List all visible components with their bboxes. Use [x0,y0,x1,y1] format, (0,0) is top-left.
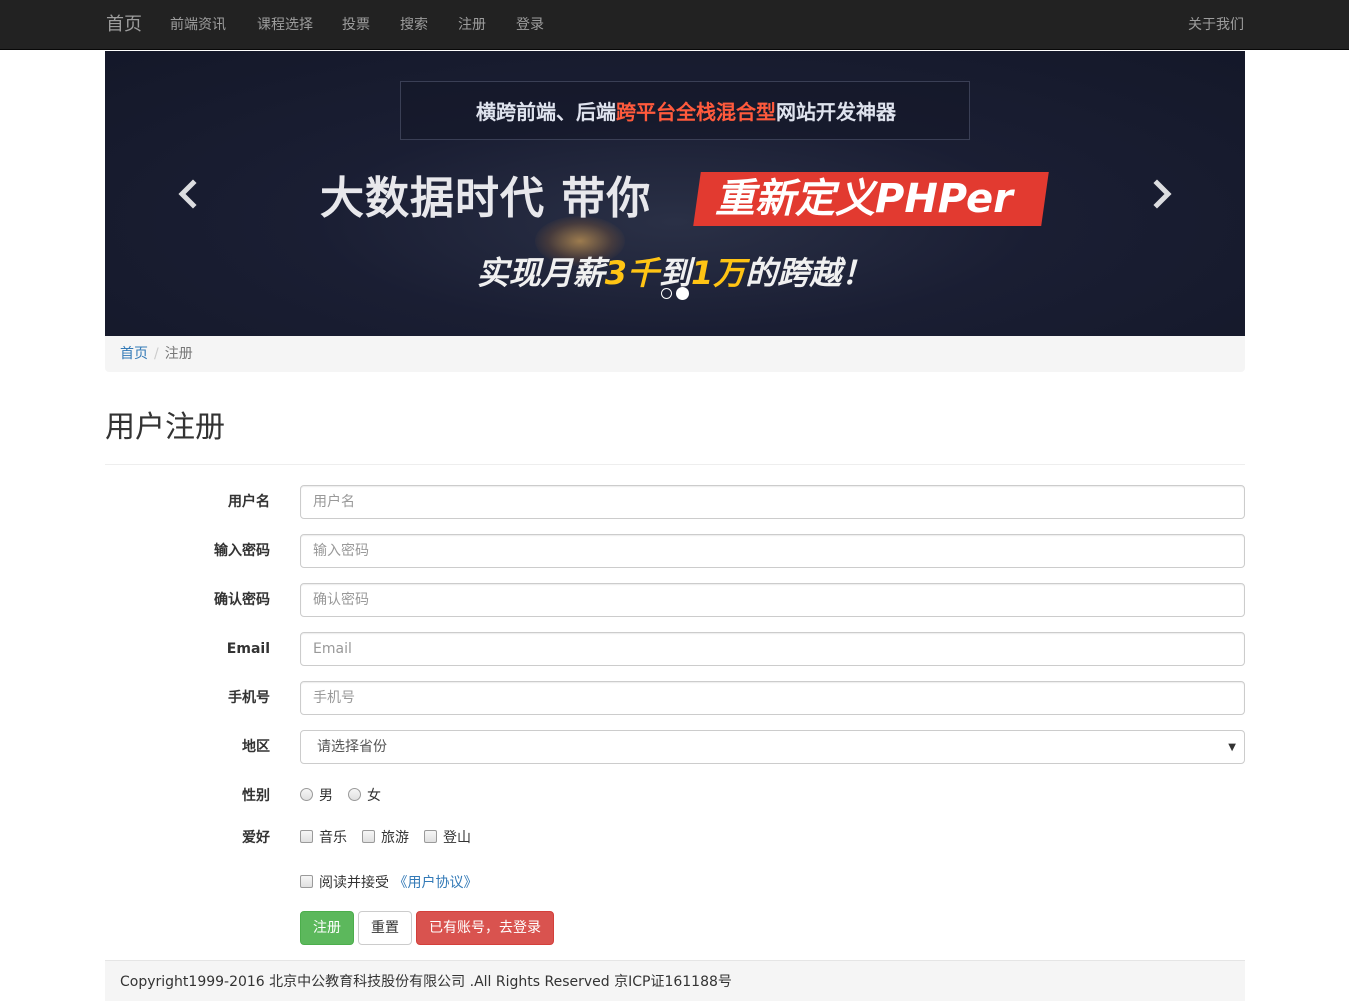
banner-sub-num-2: 1万 [691,254,746,292]
banner-tagline-highlight: 跨平台全栈混合型 [616,100,776,124]
chevron-right-icon [1153,179,1172,209]
page-title: 用户注册 [105,410,225,445]
confirm-password-label: 确认密码 [214,592,270,608]
hobby-option-travel[interactable]: 旅游 [362,828,409,848]
footer-copyright: Copyright1999-2016 北京中公教育科技股份有限公司 .All R… [120,974,732,990]
agree-terms[interactable]: 阅读并接受 《用户协议》 [300,873,477,893]
carousel-next-button[interactable] [1147,177,1177,211]
banner-sub-text-1: 实现月薪 [476,254,605,292]
hobby-option-label: 音乐 [319,830,347,846]
carousel-indicator-2[interactable] [676,287,689,300]
banner-tagline-suffix: 网站开发神器 [776,100,896,124]
password-input[interactable] [300,534,1245,568]
caret-down-icon: ▼ [1228,742,1236,753]
banner-sub-text-2: 到 [658,254,691,292]
go-login-button[interactable]: 已有账号，去登录 [416,911,554,945]
radio-icon[interactable] [300,788,313,801]
nav-link-news[interactable]: 前端资讯 [170,15,226,35]
hobby-option-label: 登山 [443,830,471,846]
nav-brand[interactable]: 首页 [106,13,142,37]
hobby-label: 爱好 [242,830,270,846]
banner-carousel: 横跨前端、后端跨平台全栈混合型网站开发神器 大数据时代 带你 重新定义PHPer… [105,51,1245,336]
gender-label: 性别 [242,788,270,804]
gender-option-female[interactable]: 女 [348,786,381,806]
carousel-prev-button[interactable] [173,177,203,211]
agree-text: 阅读并接受 [319,875,389,891]
email-input[interactable] [300,632,1245,666]
breadcrumb-separator: / [154,346,159,362]
footer: Copyright1999-2016 北京中公教育科技股份有限公司 .All R… [105,960,1245,1001]
confirm-password-input[interactable] [300,583,1245,617]
banner-tagline: 横跨前端、后端跨平台全栈混合型网站开发神器 [401,99,971,125]
banner-sub-text-3: 的跨越！ [745,254,874,292]
region-label: 地区 [242,739,270,755]
phone-label: 手机号 [228,690,270,706]
radio-icon[interactable] [348,788,361,801]
nav-link-search[interactable]: 搜索 [400,15,428,35]
breadcrumb: 首页 / 注册 [105,336,1245,372]
chevron-left-icon [178,179,197,209]
register-button[interactable]: 注册 [300,911,354,945]
checkbox-icon[interactable] [424,830,437,843]
password-label: 输入密码 [214,543,270,559]
username-input[interactable] [300,485,1245,519]
reset-button[interactable]: 重置 [358,911,412,945]
gender-option-label: 女 [367,788,381,804]
nav-link-courses[interactable]: 课程选择 [257,15,313,35]
checkbox-icon[interactable] [362,830,375,843]
region-select[interactable]: 请选择省份 ▼ [300,730,1245,764]
username-label: 用户名 [228,494,270,510]
breadcrumb-home[interactable]: 首页 [120,346,148,362]
top-navbar: 首页 前端资讯 课程选择 投票 搜索 注册 登录 关于我们 [0,0,1349,50]
gender-option-male[interactable]: 男 [300,786,333,806]
banner-headline-highlight: 重新定义PHPer [715,176,1013,222]
gender-option-label: 男 [319,788,333,804]
region-select-value: 请选择省份 [317,739,387,755]
checkbox-icon[interactable] [300,875,313,888]
title-divider [105,464,1245,465]
hobby-option-hiking[interactable]: 登山 [424,828,471,848]
checkbox-icon[interactable] [300,830,313,843]
banner-tagline-prefix: 横跨前端、后端 [476,100,616,124]
phone-input[interactable] [300,681,1245,715]
nav-link-login[interactable]: 登录 [516,15,544,35]
user-agreement-link[interactable]: 《用户协议》 [393,875,477,891]
nav-link-about[interactable]: 关于我们 [1188,15,1244,35]
banner-subline: 实现月薪3千到1万的跨越！ [105,251,1245,295]
banner-tagline-box: 横跨前端、后端跨平台全栈混合型网站开发神器 [400,81,970,140]
banner-headline: 大数据时代 带你 [320,173,652,224]
carousel-indicator-1[interactable] [661,288,672,299]
hobby-option-music[interactable]: 音乐 [300,828,347,848]
hobby-option-label: 旅游 [381,830,409,846]
breadcrumb-current: 注册 [164,346,193,362]
nav-link-vote[interactable]: 投票 [342,15,370,35]
nav-link-register[interactable]: 注册 [458,15,486,35]
banner-sub-num-1: 3千 [604,254,659,292]
email-label: Email [226,641,270,657]
